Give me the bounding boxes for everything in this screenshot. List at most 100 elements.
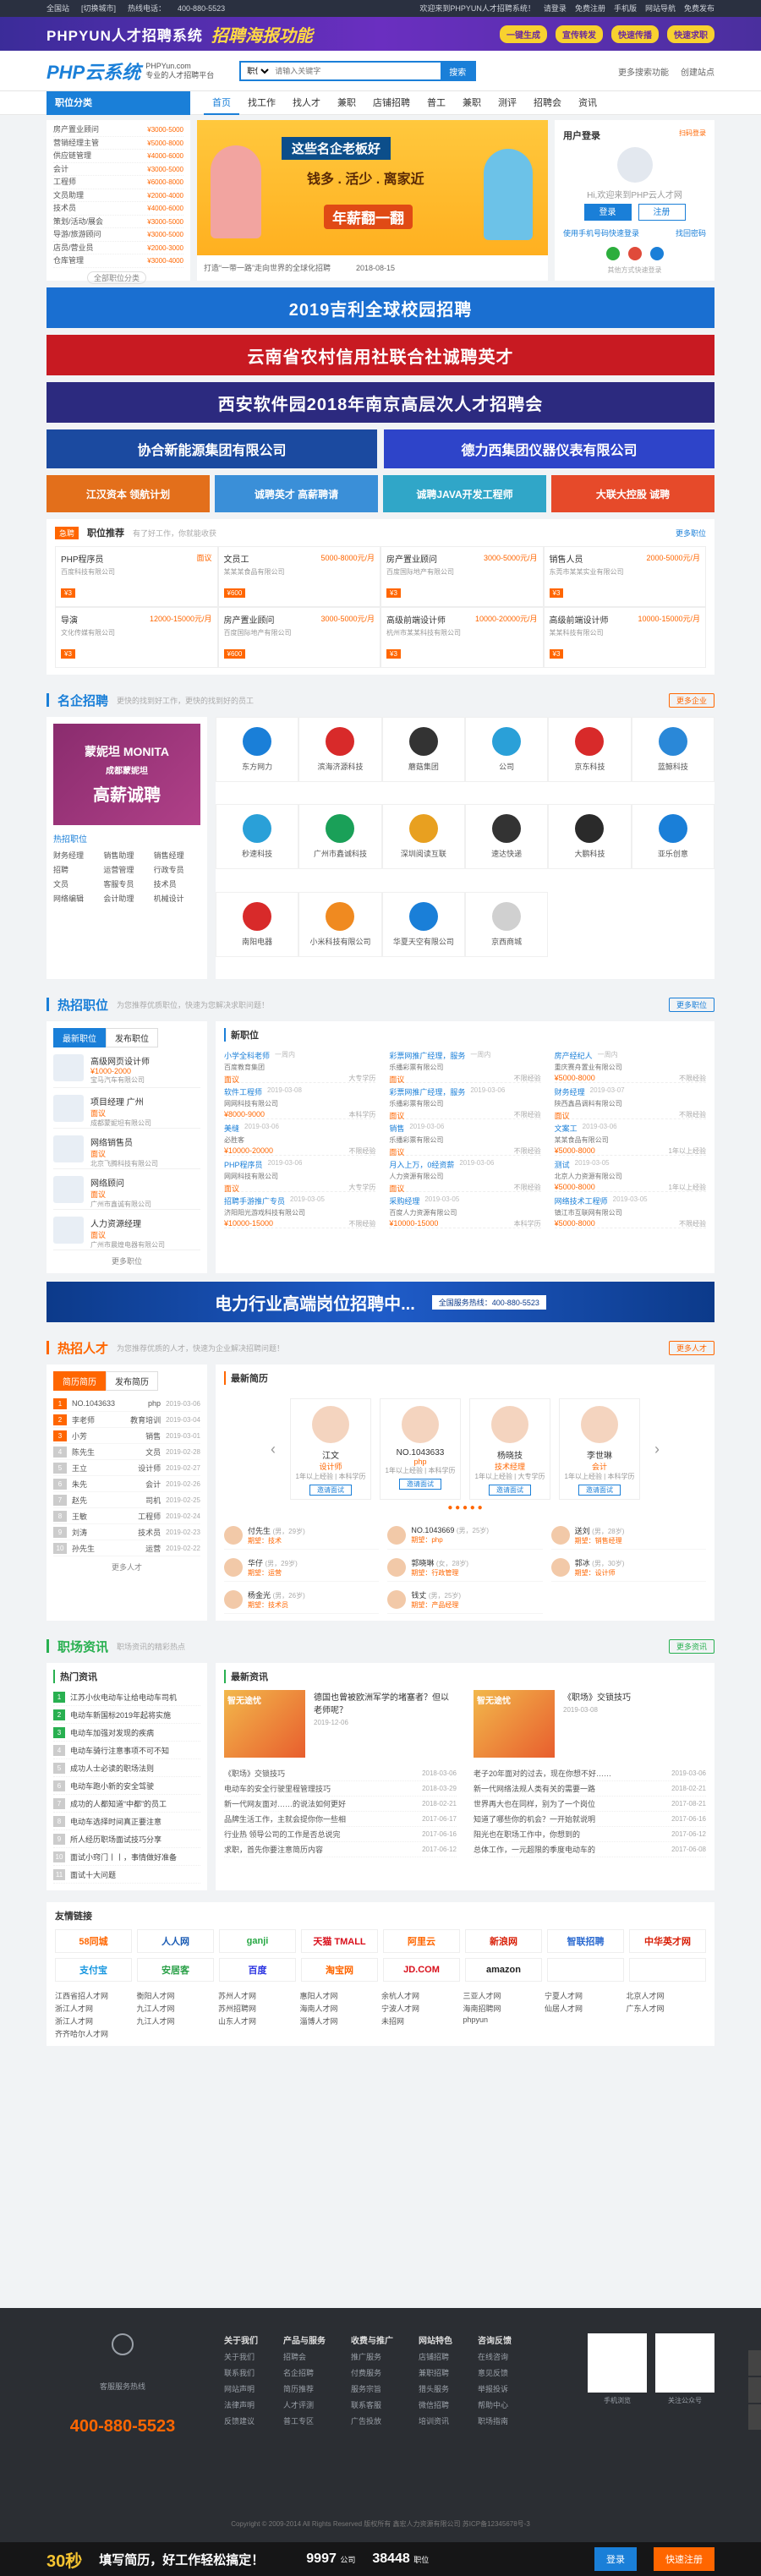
free-release-link[interactable]: 免费发布: [684, 0, 714, 17]
promo-banner[interactable]: PHPYUN人才招聘系统 招聘海报功能 一键生成 宣传转发 快速传播 快速求职: [0, 17, 761, 51]
company-logo[interactable]: 小米科技有限公司: [298, 891, 382, 957]
friend-text-link[interactable]: 浙江人才网: [55, 2015, 135, 2026]
category-menu-button[interactable]: 职位分类: [47, 91, 190, 115]
job-name[interactable]: 月入上万，0经资薪: [389, 1159, 454, 1170]
company-logo[interactable]: 京东科技: [548, 717, 632, 782]
category-item[interactable]: 工程师 ¥6000-8000: [53, 176, 183, 189]
job-tag[interactable]: 销售经理: [154, 850, 200, 861]
company-logo[interactable]: 蓝鲸科技: [631, 717, 714, 782]
footer-link[interactable]: 普工专区: [283, 2415, 326, 2426]
company-logo[interactable]: 大鹏科技: [548, 804, 632, 870]
category-item[interactable]: 文员助理 ¥2000-4000: [53, 189, 183, 202]
footer-link[interactable]: 兼职招聘: [419, 2367, 452, 2378]
hot-job-item[interactable]: 网络顾问 面议 广州市鑫诚有限公司: [53, 1169, 200, 1210]
footer-link[interactable]: 在线咨询: [478, 2351, 512, 2362]
talent-row[interactable]: 1 NO.1043633 php 2019-03-06: [53, 1396, 200, 1412]
side-button[interactable]: [748, 2377, 761, 2403]
category-item[interactable]: 营销经理主管 ¥5000-8000: [53, 137, 183, 150]
hot-more-link[interactable]: 更多职位: [668, 997, 714, 1012]
login-button[interactable]: 登录: [583, 204, 632, 221]
talent-row[interactable]: 6 朱先 会计 2019-02-26: [53, 1476, 200, 1492]
nav-item-jobs[interactable]: 找工作: [239, 91, 284, 115]
friend-logo[interactable]: 淘宝网: [301, 1958, 378, 1982]
invite-button[interactable]: 邀请面试: [578, 1485, 621, 1496]
friend-logo[interactable]: 安居客: [137, 1958, 214, 1982]
nav-item-shop[interactable]: 店铺招聘: [364, 91, 419, 115]
friend-text-link[interactable]: 九江人才网: [137, 2003, 217, 2014]
nav-item-parttime[interactable]: 兼职: [329, 91, 364, 115]
new-job-item[interactable]: 网络技术工程师 2019-03-05 镇江市互联网有限公司 ¥5000-8000 不限经…: [554, 1192, 706, 1228]
job-tag[interactable]: 文员: [53, 878, 100, 889]
ad-small[interactable]: 大联大控股 诚聘: [551, 475, 714, 512]
search-button[interactable]: 搜索: [441, 63, 475, 79]
new-job-item[interactable]: 软件工程师 2019-03-08 网网科技有限公司 ¥8000-9000 本科学历: [224, 1083, 376, 1119]
footer-link[interactable]: 联系客服: [351, 2399, 393, 2410]
nav-item-home[interactable]: 首页: [204, 91, 239, 115]
hot-news-item[interactable]: 3 电动车加强对发现的疾病: [53, 1724, 200, 1742]
mobile-link[interactable]: 手机版: [614, 0, 637, 17]
company-logo[interactable]: 东方网力: [216, 717, 299, 782]
resume-card[interactable]: 江文 设计师 1年以上经验 | 本科学历 邀请面试: [290, 1398, 371, 1500]
job-tag[interactable]: 网络编辑: [53, 893, 100, 904]
talent-row[interactable]: 7 赵先 司机 2019-02-25: [53, 1492, 200, 1508]
search-type-select[interactable]: 职位: [241, 63, 272, 79]
next-arrow-icon[interactable]: ›: [649, 1441, 665, 1458]
friend-logo[interactable]: [547, 1958, 624, 1982]
news-item[interactable]: 新一代网友面对……的说法如何更好 2018-02-21: [224, 1797, 457, 1812]
ad-banner[interactable]: 德力西集团仪器仪表有限公司: [384, 429, 714, 468]
hot-job-item[interactable]: 项目经理 广州 面议 成都蒙妮坦有限公司: [53, 1088, 200, 1129]
resume-list-item[interactable]: 送刘 (男，28岁) 期望：销售经理: [550, 1521, 706, 1550]
hot-news-item[interactable]: 9 所人经历职场面试技巧分享: [53, 1830, 200, 1848]
friend-text-link[interactable]: 宁夏人才网: [545, 1990, 625, 2001]
logo[interactable]: PHP云系统 PHPYun.com 专业的人才招聘平台: [47, 57, 214, 85]
bar-register-button[interactable]: 快速注册: [654, 2547, 714, 2571]
job-tag[interactable]: 客服专员: [103, 878, 150, 889]
news-item[interactable]: 电动车的安全行驶里程管理技巧 2018-03-29: [224, 1781, 457, 1797]
nav-item-fair[interactable]: 招聘会: [525, 91, 570, 115]
talent-row[interactable]: 10 孙先生 运营 2019-02-22: [53, 1540, 200, 1556]
footer-link[interactable]: 法律声明: [224, 2399, 258, 2410]
job-name[interactable]: 财务经理: [555, 1086, 585, 1097]
forgot-password-link[interactable]: 找回密码: [676, 227, 706, 238]
site-nav-link[interactable]: 网站导航: [645, 0, 676, 17]
hot-news-item[interactable]: 2 电动车新国标2019年起将实施: [53, 1706, 200, 1724]
urgent-job-card[interactable]: PHP程序员 面议 百度科技有限公司 ¥3: [55, 546, 218, 607]
category-item[interactable]: 供应链管理 ¥4000-6000: [53, 150, 183, 163]
friend-text-link[interactable]: phpyun: [463, 2015, 544, 2026]
switch-city-link[interactable]: [切换城市]: [81, 0, 116, 17]
urgent-job-card[interactable]: 高级前端设计师 10000-20000元/月 杭州市某某科技有限公司 ¥3: [380, 607, 544, 668]
job-tag[interactable]: 机械设计: [154, 893, 200, 904]
banner-news[interactable]: 打造“一带一路”走向世界的全球化招聘: [204, 255, 331, 281]
friend-text-link[interactable]: 淄博人才网: [300, 2015, 380, 2026]
ad-banner[interactable]: 西安软件园2018年南京高层次人才招聘会: [47, 382, 714, 423]
news-item[interactable]: 世界再大也在同样，别为了一个岗位 2017-08-21: [474, 1797, 706, 1812]
new-job-item[interactable]: 销售 2019-03-06 乐播彩票有限公司 面议 不限经验: [389, 1119, 541, 1157]
friend-text-link[interactable]: 齐齐哈尔人才网: [55, 2028, 135, 2039]
news-item[interactable]: 老子20年面对的过去，现在你想不好…… 2019-03-06: [474, 1766, 706, 1781]
job-tag[interactable]: 财务经理: [53, 850, 100, 861]
news-item[interactable]: 新一代网络法规人类有关的需要一路 2018-02-21: [474, 1781, 706, 1797]
ad-banner[interactable]: 2019吉利全球校园招聘: [47, 287, 714, 328]
friend-text-link[interactable]: 广东人才网: [627, 2003, 707, 2014]
urgent-job-card[interactable]: 房产置业顾问 3000-5000元/月 百度国际地产有限公司 ¥3: [380, 546, 544, 607]
new-job-item[interactable]: 房产经纪人 一周内 重庆赛舟置业有限公司 ¥5000-8000 不限经验: [554, 1047, 706, 1083]
news-item[interactable]: 阳光也在职场工作中，你想到的 2017-06-12: [474, 1827, 706, 1842]
hot-news-item[interactable]: 10 面试小窍门丨丨，事情做好准备: [53, 1848, 200, 1866]
resume-list-item[interactable]: NO.1043669 (男，25岁) 期望：php: [387, 1521, 543, 1550]
category-more-button[interactable]: 全部职位分类: [87, 271, 146, 284]
job-name[interactable]: PHP程序员: [224, 1159, 263, 1170]
category-item[interactable]: 策划/活动/展会 ¥3000-5000: [53, 216, 183, 228]
footer-link[interactable]: 招聘会: [283, 2351, 326, 2362]
company-logo[interactable]: 秒速科技: [216, 804, 299, 870]
friend-text-link[interactable]: [545, 2015, 625, 2026]
invite-button[interactable]: 邀请面试: [399, 1479, 441, 1490]
nav-item-news[interactable]: 资讯: [570, 91, 605, 115]
friend-text-link[interactable]: 海南人才网: [300, 2003, 380, 2014]
talent-row[interactable]: 5 王立 设计师 2019-02-27: [53, 1460, 200, 1476]
friend-logo[interactable]: 百度: [219, 1958, 296, 1982]
resume-list-item[interactable]: 郭晓琳 (女，28岁) 期望：行政管理: [387, 1553, 543, 1582]
friend-logo[interactable]: JD.COM: [383, 1958, 460, 1982]
qq-icon[interactable]: [649, 247, 664, 260]
company-logo[interactable]: 广州市鑫诚科技: [298, 804, 382, 870]
carousel-dots[interactable]: ● ● ● ● ●: [224, 1503, 706, 1512]
